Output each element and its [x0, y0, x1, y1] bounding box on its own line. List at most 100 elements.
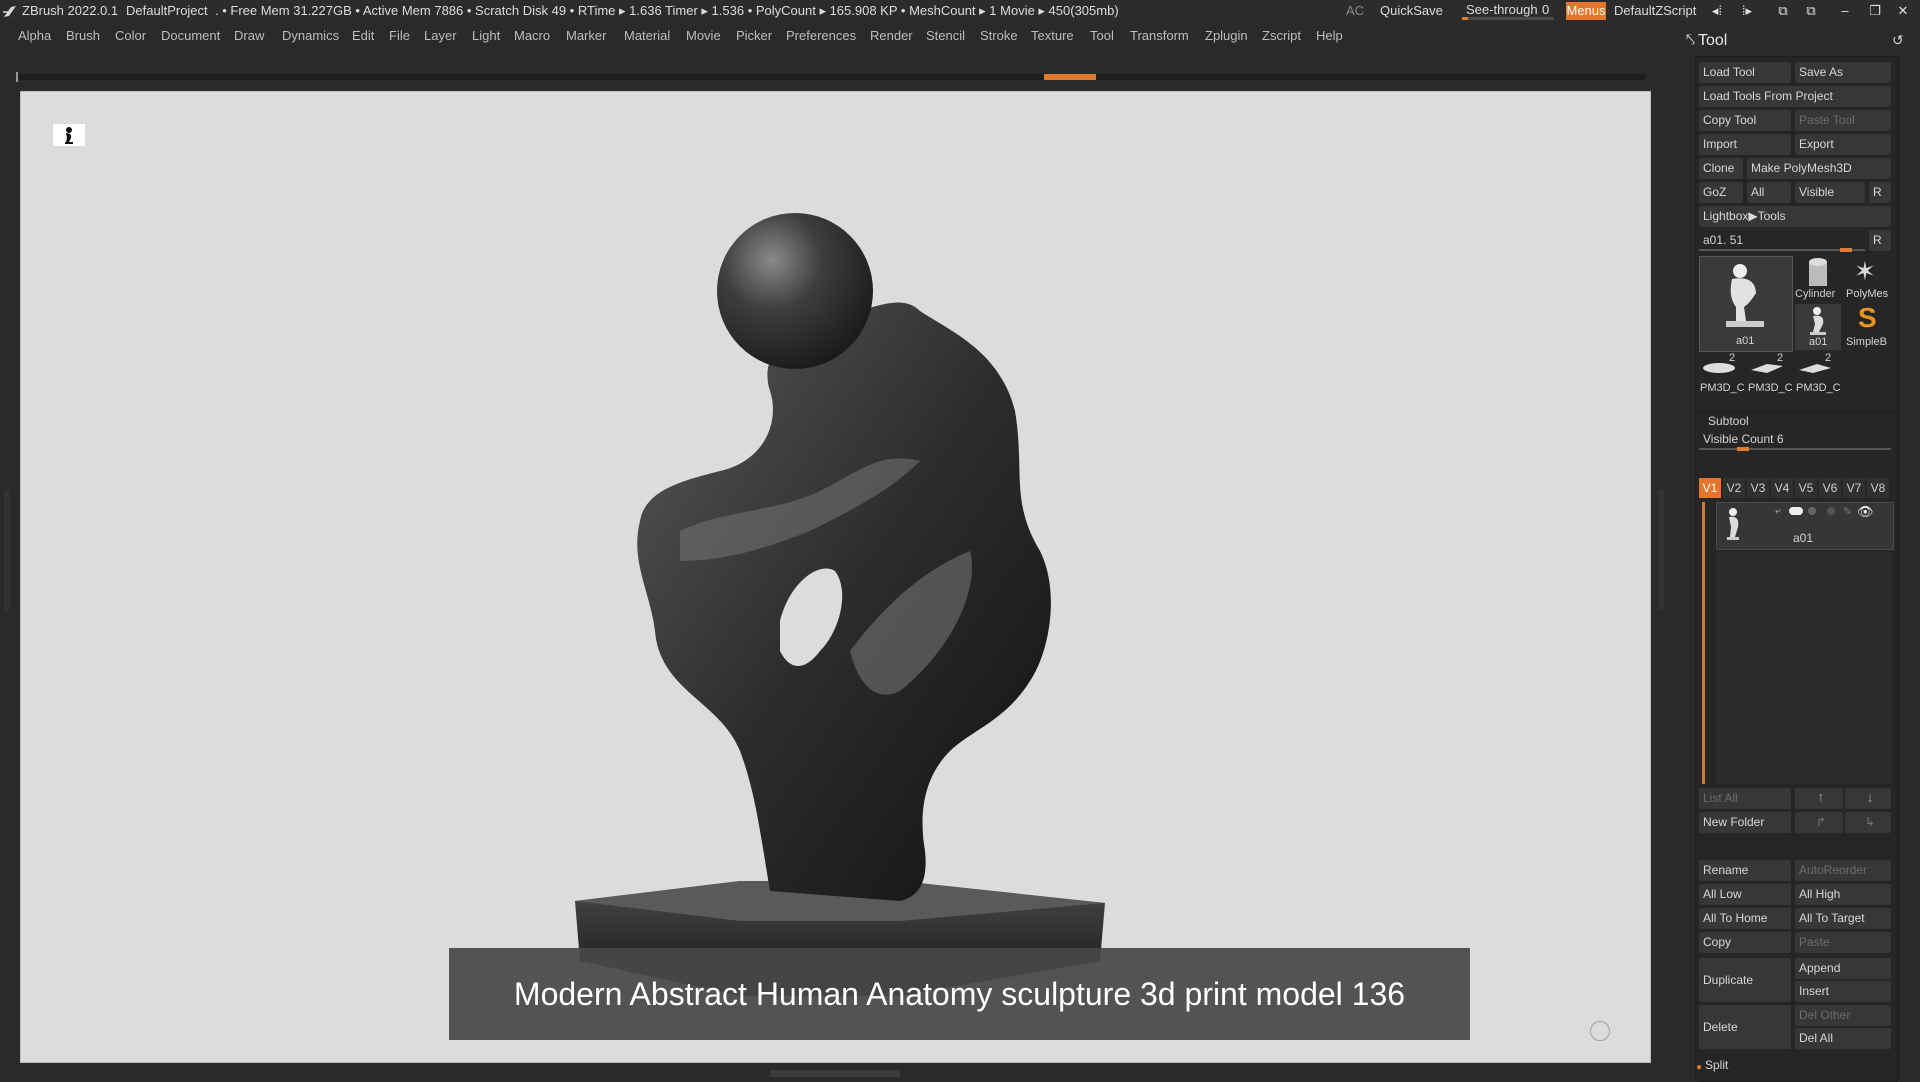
visible-count-slider-track[interactable]: [1699, 448, 1891, 450]
quicksave-button[interactable]: QuickSave: [1380, 3, 1443, 18]
simpleb-tool-thumbnail[interactable]: S SimpleB: [1844, 304, 1892, 350]
copy-tool-button[interactable]: Copy Tool: [1699, 110, 1791, 131]
sculpture-model[interactable]: [20, 91, 1651, 1063]
paste-subtool-button[interactable]: Paste: [1795, 932, 1891, 953]
left-tray-handle[interactable]: [4, 490, 10, 610]
del-other-button[interactable]: Del Other: [1795, 1005, 1891, 1026]
make-polymesh-button[interactable]: Make PolyMesh3D: [1747, 158, 1891, 179]
version-tab-v1[interactable]: V1: [1699, 478, 1721, 498]
split-section-title[interactable]: Split: [1705, 1058, 1728, 1072]
goz-r-button[interactable]: R: [1869, 182, 1891, 203]
ui-layout-icon[interactable]: ⧉: [1772, 2, 1794, 20]
default-zscript-button[interactable]: DefaultZScript: [1614, 3, 1696, 18]
subtool-title[interactable]: Subtool: [1708, 414, 1749, 428]
menu-alpha[interactable]: Alpha: [18, 28, 51, 43]
menu-stencil[interactable]: Stencil: [926, 28, 965, 43]
menu-render[interactable]: Render: [870, 28, 913, 43]
current-tool-slider-knob[interactable]: [1840, 248, 1852, 252]
menu-preferences[interactable]: Preferences: [786, 28, 856, 43]
append-button[interactable]: Append: [1795, 958, 1891, 979]
subtool-toggle-icon[interactable]: [1789, 507, 1803, 515]
goz-all-button[interactable]: All: [1747, 182, 1791, 203]
camera-lock-icon[interactable]: [1590, 1021, 1610, 1041]
subtool-visibility-eye-icon[interactable]: 👁: [1857, 504, 1874, 520]
layout-left-icon[interactable]: ◂⁞: [1706, 2, 1728, 20]
menu-file[interactable]: File: [389, 28, 410, 43]
goz-visible-button[interactable]: Visible: [1795, 182, 1865, 203]
bottom-tray-handle[interactable]: [770, 1070, 900, 1077]
pm3d-thumb-1[interactable]: 2 PM3D_C: [1699, 352, 1747, 416]
ac-toggle[interactable]: AC: [1346, 3, 1364, 18]
menu-stroke[interactable]: Stroke: [980, 28, 1018, 43]
right-tray-handle[interactable]: [1658, 490, 1664, 610]
cylinder-tool-thumbnail[interactable]: Cylinder: [1795, 256, 1841, 302]
menu-zscript[interactable]: Zscript: [1262, 28, 1301, 43]
document-canvas[interactable]: Modern Abstract Human Anatomy sculpture …: [20, 91, 1651, 1063]
close-icon[interactable]: ✕: [1892, 2, 1914, 20]
menu-brush[interactable]: Brush: [66, 28, 100, 43]
copy-subtool-button[interactable]: Copy: [1699, 932, 1791, 953]
list-all-button[interactable]: List All: [1699, 788, 1791, 809]
export-button[interactable]: Export: [1795, 134, 1891, 155]
version-tab-v2[interactable]: V2: [1723, 478, 1745, 498]
menu-marker[interactable]: Marker: [566, 28, 606, 43]
auto-reorder-button[interactable]: AutoReorder: [1795, 860, 1891, 881]
subtool-material-icon[interactable]: [1827, 507, 1835, 515]
new-folder-button[interactable]: New Folder: [1699, 812, 1791, 833]
project-name[interactable]: DefaultProject: [126, 3, 208, 18]
version-tab-v6[interactable]: V6: [1819, 478, 1841, 498]
menu-edit[interactable]: Edit: [352, 28, 374, 43]
tool-r-button[interactable]: R: [1869, 230, 1891, 251]
menu-transform[interactable]: Transform: [1130, 28, 1189, 43]
lightbox-tools-button[interactable]: Lightbox▶Tools: [1699, 206, 1891, 227]
move-up-icon[interactable]: ⭡: [1795, 788, 1843, 809]
menus-toggle-button[interactable]: Menus: [1566, 2, 1606, 20]
all-to-target-button[interactable]: All To Target: [1795, 908, 1891, 929]
move-down-icon[interactable]: ⭣: [1845, 788, 1891, 809]
del-all-button[interactable]: Del All: [1795, 1028, 1891, 1049]
goz-button[interactable]: GoZ: [1699, 182, 1743, 203]
restore-icon[interactable]: ❐: [1864, 2, 1886, 20]
load-tools-from-project-button[interactable]: Load Tools From Project: [1699, 86, 1891, 107]
save-as-button[interactable]: Save As: [1795, 62, 1891, 83]
menu-material[interactable]: Material: [624, 28, 670, 43]
folder-up-icon[interactable]: ↱: [1795, 812, 1843, 833]
subtool-brush-icon[interactable]: ⤶: [1775, 505, 1781, 518]
pm3d-thumb-3[interactable]: 2 PM3D_C: [1795, 352, 1843, 416]
menu-picker[interactable]: Picker: [736, 28, 772, 43]
palette-reset-icon[interactable]: ↺: [1892, 32, 1904, 49]
minimize-icon[interactable]: –: [1834, 2, 1856, 20]
menu-color[interactable]: Color: [115, 28, 146, 43]
folder-down-icon[interactable]: ↳: [1845, 812, 1891, 833]
version-tab-v3[interactable]: V3: [1747, 478, 1769, 498]
pm3d-thumb-2[interactable]: 2 PM3D_C: [1747, 352, 1795, 416]
version-tab-v8[interactable]: V8: [1867, 478, 1889, 498]
active-tool-thumbnail[interactable]: a01: [1699, 256, 1793, 352]
menu-texture[interactable]: Texture: [1031, 28, 1074, 43]
subtool-pencil-icon[interactable]: ✎: [1843, 505, 1852, 518]
version-tab-v7[interactable]: V7: [1843, 478, 1865, 498]
menu-dynamics[interactable]: Dynamics: [282, 28, 339, 43]
subtool-polypaint-icon[interactable]: [1808, 507, 1816, 515]
version-tab-v4[interactable]: V4: [1771, 478, 1793, 498]
rename-button[interactable]: Rename: [1699, 860, 1791, 881]
a01-small-thumbnail[interactable]: a01: [1795, 304, 1841, 350]
all-high-button[interactable]: All High: [1795, 884, 1891, 905]
paste-tool-button[interactable]: Paste Tool: [1795, 110, 1891, 131]
menu-movie[interactable]: Movie: [686, 28, 721, 43]
visible-count-slider-knob[interactable]: [1737, 447, 1749, 451]
menu-macro[interactable]: Macro: [514, 28, 550, 43]
load-tool-button[interactable]: Load Tool: [1699, 62, 1791, 83]
menu-document[interactable]: Document: [161, 28, 220, 43]
subtool-item-a01[interactable]: ⤶ ✎ 👁 a01: [1716, 502, 1894, 550]
import-button[interactable]: Import: [1699, 134, 1791, 155]
clone-button[interactable]: Clone: [1699, 158, 1743, 179]
all-to-home-button[interactable]: All To Home: [1699, 908, 1791, 929]
see-through-slider[interactable]: See-through 0: [1462, 1, 1554, 21]
ui-dock-icon[interactable]: ⧉: [1800, 2, 1822, 20]
menu-draw[interactable]: Draw: [234, 28, 264, 43]
insert-button[interactable]: Insert: [1795, 981, 1891, 1002]
all-low-button[interactable]: All Low: [1699, 884, 1791, 905]
subtool-list-scrollbar[interactable]: [1702, 502, 1705, 784]
menu-tool[interactable]: Tool: [1090, 28, 1114, 43]
